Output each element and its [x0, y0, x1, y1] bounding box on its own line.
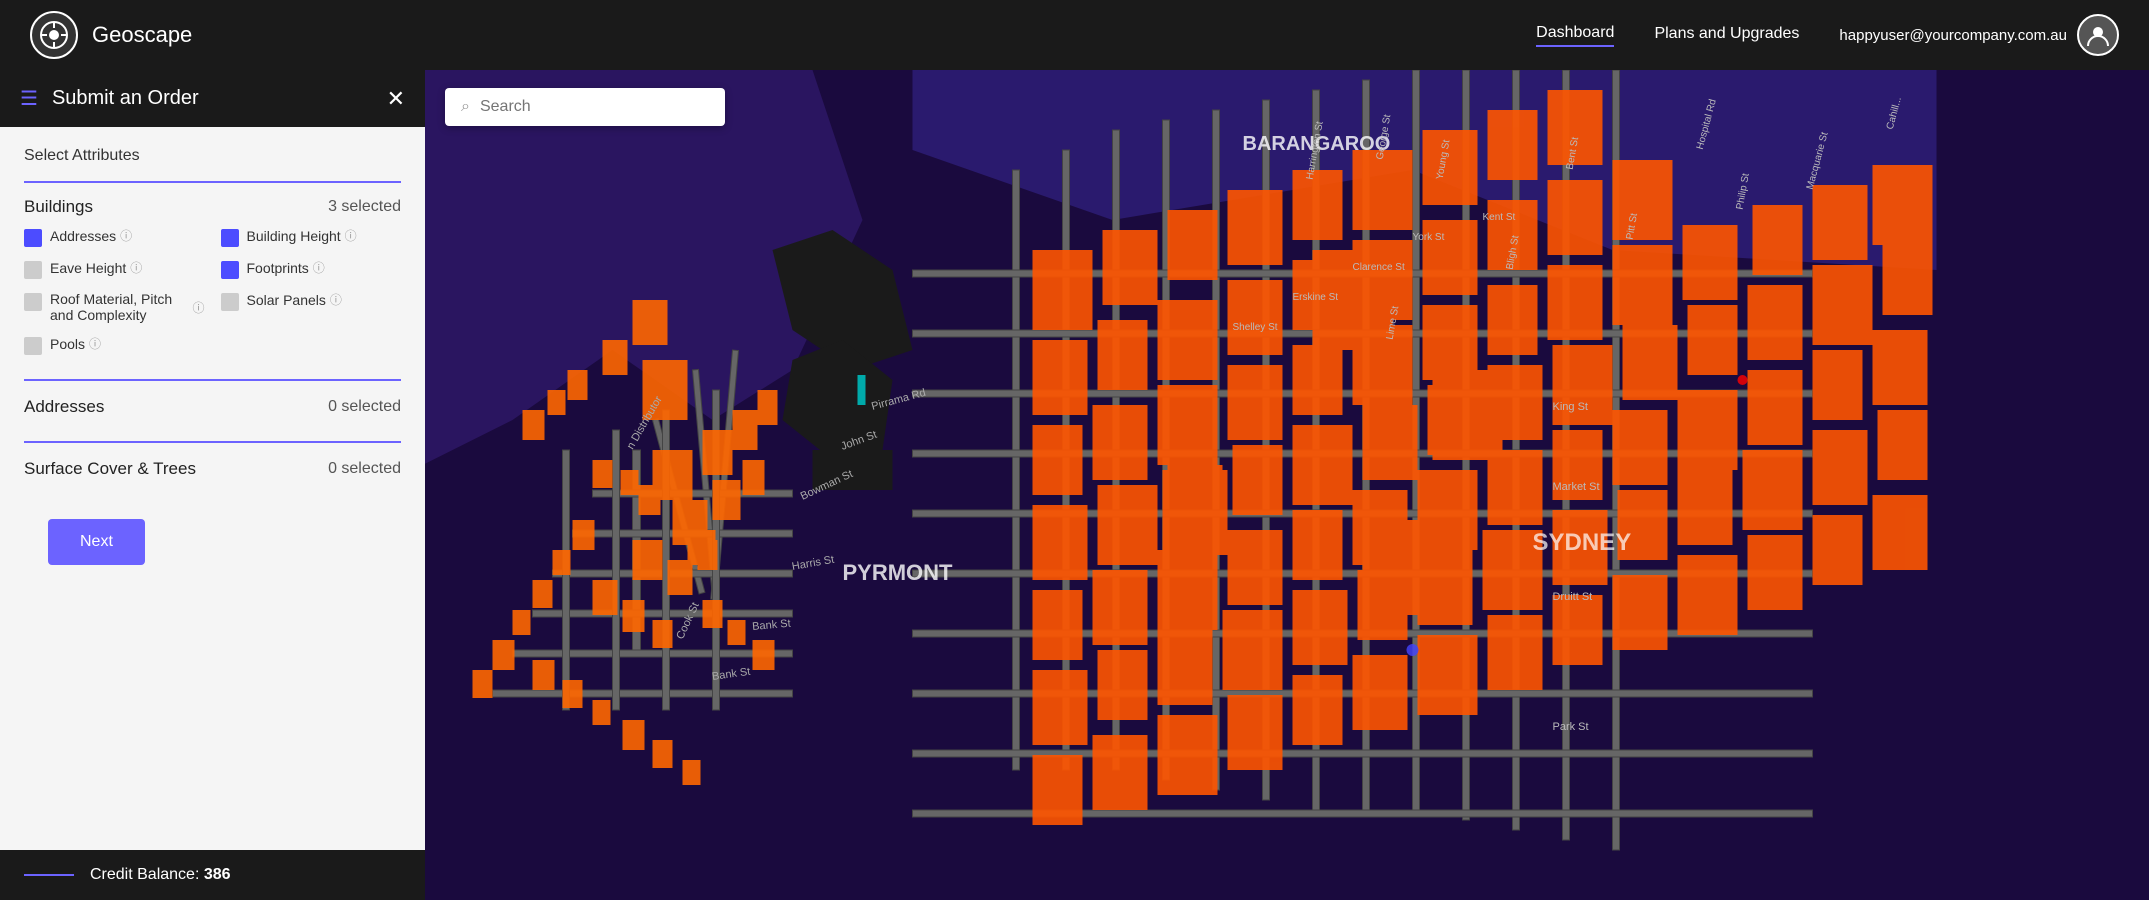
eave-height-checkbox[interactable] [24, 261, 42, 279]
svg-text:Park St: Park St [1553, 721, 1589, 733]
svg-text:Shelley St: Shelley St [1233, 322, 1278, 333]
surface-trees-title: Surface Cover & Trees [24, 459, 196, 479]
attr-building-height: Building Height ⓘ [221, 227, 402, 247]
svg-text:Market St: Market St [1553, 481, 1600, 493]
surface-trees-section-header[interactable]: Surface Cover & Trees 0 selected [24, 443, 401, 495]
svg-text:York St: York St [1413, 232, 1445, 243]
search-box: ⌕ [445, 88, 725, 126]
svg-text:SYDNEY: SYDNEY [1533, 529, 1632, 556]
svg-text:Clarence St: Clarence St [1353, 262, 1405, 273]
credit-label: Credit Balance: [90, 866, 199, 883]
buildings-header: Buildings 3 selected [24, 183, 401, 227]
building-height-help-icon[interactable]: ⓘ [345, 227, 357, 244]
eave-height-help-icon[interactable]: ⓘ [130, 259, 142, 276]
search-icon: ⌕ [461, 98, 470, 116]
roof-material-label: Roof Material, Pitch and Complexity ⓘ [50, 291, 205, 323]
credit-balance: Credit Balance: 386 [90, 866, 231, 884]
attr-roof-material: Roof Material, Pitch and Complexity ⓘ [24, 291, 205, 323]
user-email: happyuser@yourcompany.com.au [1839, 27, 2067, 44]
svg-text:Erskine St: Erskine St [1293, 292, 1339, 303]
surface-trees-count: 0 selected [328, 460, 401, 478]
svg-text:PYRMONT: PYRMONT [843, 560, 954, 585]
addresses-section-title: Addresses [24, 397, 104, 417]
nav-plans[interactable]: Plans and Upgrades [1654, 25, 1799, 46]
solar-panels-checkbox[interactable] [221, 293, 239, 311]
app-title: Geoscape [92, 22, 192, 48]
roof-material-help-icon[interactable]: ⓘ [192, 299, 204, 316]
pools-checkbox[interactable] [24, 337, 42, 355]
svg-text:Druitt St: Druitt St [1553, 591, 1593, 603]
roof-material-checkbox[interactable] [24, 293, 42, 311]
surface-trees-section: Surface Cover & Trees 0 selected [24, 441, 401, 495]
attributes-grid: Addresses ⓘ Building Height ⓘ Eave Heigh… [24, 227, 401, 371]
buildings-title: Buildings [24, 197, 93, 217]
user-info: happyuser@yourcompany.com.au [1839, 14, 2119, 56]
addresses-section-count: 0 selected [328, 398, 401, 416]
credit-value: 386 [204, 866, 231, 883]
navbar-left: Geoscape [30, 11, 192, 59]
eave-height-label: Eave Height ⓘ [50, 259, 142, 276]
solar-panels-label: Solar Panels ⓘ [247, 291, 342, 308]
addresses-checkbox[interactable] [24, 229, 42, 247]
sidebar: ☰ Submit an Order ✕ Select Attributes Bu… [0, 70, 425, 900]
addresses-section: Addresses 0 selected [24, 379, 401, 433]
buildings-section: Buildings 3 selected Addresses ⓘ Buildin… [24, 181, 401, 371]
addresses-section-header[interactable]: Addresses 0 selected [24, 381, 401, 433]
solar-panels-help-icon[interactable]: ⓘ [330, 291, 342, 308]
close-button[interactable]: ✕ [387, 88, 405, 110]
addresses-label: Addresses ⓘ [50, 227, 132, 244]
nav-dashboard[interactable]: Dashboard [1536, 24, 1614, 47]
footprints-checkbox[interactable] [221, 261, 239, 279]
svg-text:King St: King St [1553, 401, 1588, 413]
attr-addresses: Addresses ⓘ [24, 227, 205, 247]
sidebar-footer: Next [24, 503, 401, 589]
logo-icon [30, 11, 78, 59]
attr-footprints: Footprints ⓘ [221, 259, 402, 279]
footprints-help-icon[interactable]: ⓘ [313, 259, 325, 276]
svg-text:Kent St: Kent St [1483, 212, 1516, 223]
credit-line [24, 874, 74, 876]
search-container: ⌕ [445, 88, 725, 126]
search-input[interactable] [480, 98, 709, 116]
attr-solar-panels: Solar Panels ⓘ [221, 291, 402, 323]
sidebar-title: Submit an Order [52, 87, 373, 110]
next-button[interactable]: Next [48, 519, 145, 565]
sidebar-header: ☰ Submit an Order ✕ [0, 70, 425, 127]
select-attributes-label: Select Attributes [24, 147, 401, 165]
navbar-right: Dashboard Plans and Upgrades happyuser@y… [1536, 14, 2119, 56]
avatar[interactable] [2077, 14, 2119, 56]
navbar: Geoscape Dashboard Plans and Upgrades ha… [0, 0, 2149, 70]
footprints-label: Footprints ⓘ [247, 259, 325, 276]
buildings-count: 3 selected [328, 198, 401, 216]
building-height-label: Building Height ⓘ [247, 227, 357, 244]
pools-help-icon[interactable]: ⓘ [89, 335, 101, 352]
menu-icon[interactable]: ☰ [20, 86, 38, 111]
attr-pools: Pools ⓘ [24, 335, 205, 355]
addresses-help-icon[interactable]: ⓘ [120, 227, 132, 244]
pools-label: Pools ⓘ [50, 335, 101, 352]
building-height-checkbox[interactable] [221, 229, 239, 247]
attr-eave-height: Eave Height ⓘ [24, 259, 205, 279]
credit-bar: Credit Balance: 386 [0, 850, 425, 900]
sidebar-body: Select Attributes Buildings 3 selected A… [0, 127, 425, 850]
